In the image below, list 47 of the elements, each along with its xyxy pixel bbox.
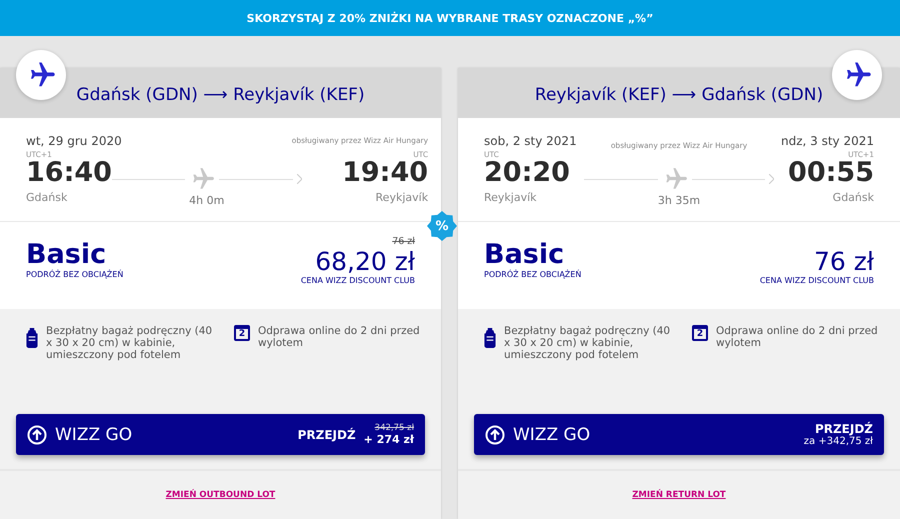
old-price: 342,75 zł <box>374 423 414 433</box>
button-label: WIZZ GO <box>513 424 590 444</box>
departure-date: wt, 29 gru 2020 <box>26 134 122 149</box>
flight-duration: 4h 0m <box>189 194 224 207</box>
bag-icon <box>484 328 496 348</box>
fare-name: Basic <box>26 240 106 270</box>
departure-time: 20:20 <box>484 159 570 187</box>
flight-duration: 3h 35m <box>658 194 700 207</box>
feature-text: Bezpłatny bagaż podręczny (40 x 30 x 20 cm) w kabinie, umieszczony pod fotelem <box>504 325 672 361</box>
departure-time: 16:40 <box>26 159 112 187</box>
fare-price: 76 zł <box>814 248 874 276</box>
arrival-time: 19:40 <box>342 159 428 187</box>
calendar-icon: 2 <box>692 325 708 341</box>
feature-text: Bezpłatny bagaż podręczny (40 x 30 x 20 cm) w kabinie, umieszczony pod fotelem <box>46 325 214 361</box>
fare-price: 68,20 zł <box>315 248 415 276</box>
change-flight-link[interactable]: ZMIEŃ OUTBOUND LOT <box>166 490 276 500</box>
arrival-date: ndz, 3 sty 2021 <box>780 134 874 149</box>
arrival-city: Gdańsk <box>832 191 874 204</box>
upgrade-price: + 274 zł <box>364 433 414 446</box>
price-note: CENA WIZZ DISCOUNT CLUB <box>760 276 874 285</box>
wizz-go-button[interactable]: WIZZ GO PRZEJDŹ za +342,75 zł <box>474 414 884 455</box>
proceed-label: PRZEJDŹ <box>814 422 873 436</box>
route-title: Reykjavík (KEF) ⟶ Gdańsk (GDN) <box>534 85 824 105</box>
fare-subtitle: PODRÓŻ BEZ OBCIĄŻEŃ <box>26 270 124 279</box>
departure-city: Gdańsk <box>26 191 68 204</box>
departure-city: Reykjavík <box>484 191 537 204</box>
proceed-label: PRZEJDŹ <box>298 428 356 442</box>
promo-text: SKORZYSTAJ Z 20% ZNIŻKI NA WYBRANE TRASY OZNACZONE „%” <box>246 12 654 24</box>
change-flight-link[interactable]: ZMIEŃ RETURN LOT <box>632 490 726 500</box>
feature-text: Odprawa online do 2 dni przed wylotem <box>258 325 421 349</box>
old-price: 76 zł <box>392 236 415 248</box>
button-label: WIZZ GO <box>55 424 132 444</box>
calendar-icon: 2 <box>234 325 250 341</box>
arrow-head-icon <box>296 174 302 184</box>
fare-subtitle: PODRÓŻ BEZ OBCIĄŻEŃ <box>484 270 582 279</box>
departure-date: sob, 2 sty 2021 <box>484 134 577 149</box>
arrival-time: 00:55 <box>788 159 874 187</box>
arrow-up-icon <box>485 424 505 444</box>
bag-icon <box>26 328 38 348</box>
feature-text: Odprawa online do 2 dni przed wylotem <box>716 325 879 349</box>
arrow-up-icon <box>27 424 47 444</box>
arrival-city: Reykjavík <box>376 191 428 204</box>
fare-name: Basic <box>484 240 564 270</box>
arrow-head-icon <box>769 174 774 184</box>
price-note: CENA WIZZ DISCOUNT CLUB <box>300 276 415 285</box>
route-title: Gdańsk (GDN) ⟶ Reykjavík (KEF) <box>76 85 365 105</box>
upgrade-price: za +342,75 zł <box>804 436 873 447</box>
